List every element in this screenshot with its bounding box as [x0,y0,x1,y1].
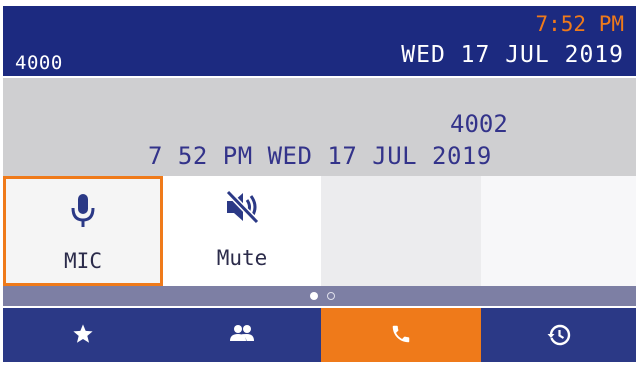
softkey-bar: MIC Mute [3,176,636,286]
empty-softkey-3[interactable] [321,176,481,286]
status-bar: 4000 7:52 PM WED 17 JUL 2019 [3,6,636,76]
mute-label: Mute [216,246,268,270]
empty-softkey-4[interactable] [481,176,636,286]
speaker-muted-icon [163,190,321,226]
nav-contacts-button[interactable] [163,308,321,362]
nav-history-button[interactable] [481,308,636,362]
clock-time: 7:52 PM [535,12,624,36]
remote-number: 4002 [450,110,508,138]
bottom-nav [3,308,636,362]
clock-date: WED 17 JUL 2019 [401,42,624,68]
history-icon [481,323,636,347]
phone-screen: 4000 7:52 PM WED 17 JUL 2019 4002 7 52 P… [0,0,639,366]
call-timestamp: 7 52 PM WED 17 JUL 2019 [148,142,492,170]
phone-icon [321,323,481,347]
mic-softkey[interactable]: MIC [3,176,163,286]
mic-label: MIC [64,249,102,273]
nav-favorites-button[interactable] [3,308,163,362]
softkey-pager [3,286,636,306]
star-icon [3,323,163,347]
microphone-icon [6,193,160,229]
page-dot[interactable] [327,292,335,300]
nav-call-button[interactable] [321,308,481,362]
mute-softkey[interactable]: Mute [163,176,321,286]
people-icon [163,323,321,347]
page-dot-active[interactable] [310,292,318,300]
own-extension: 4000 [15,52,63,74]
